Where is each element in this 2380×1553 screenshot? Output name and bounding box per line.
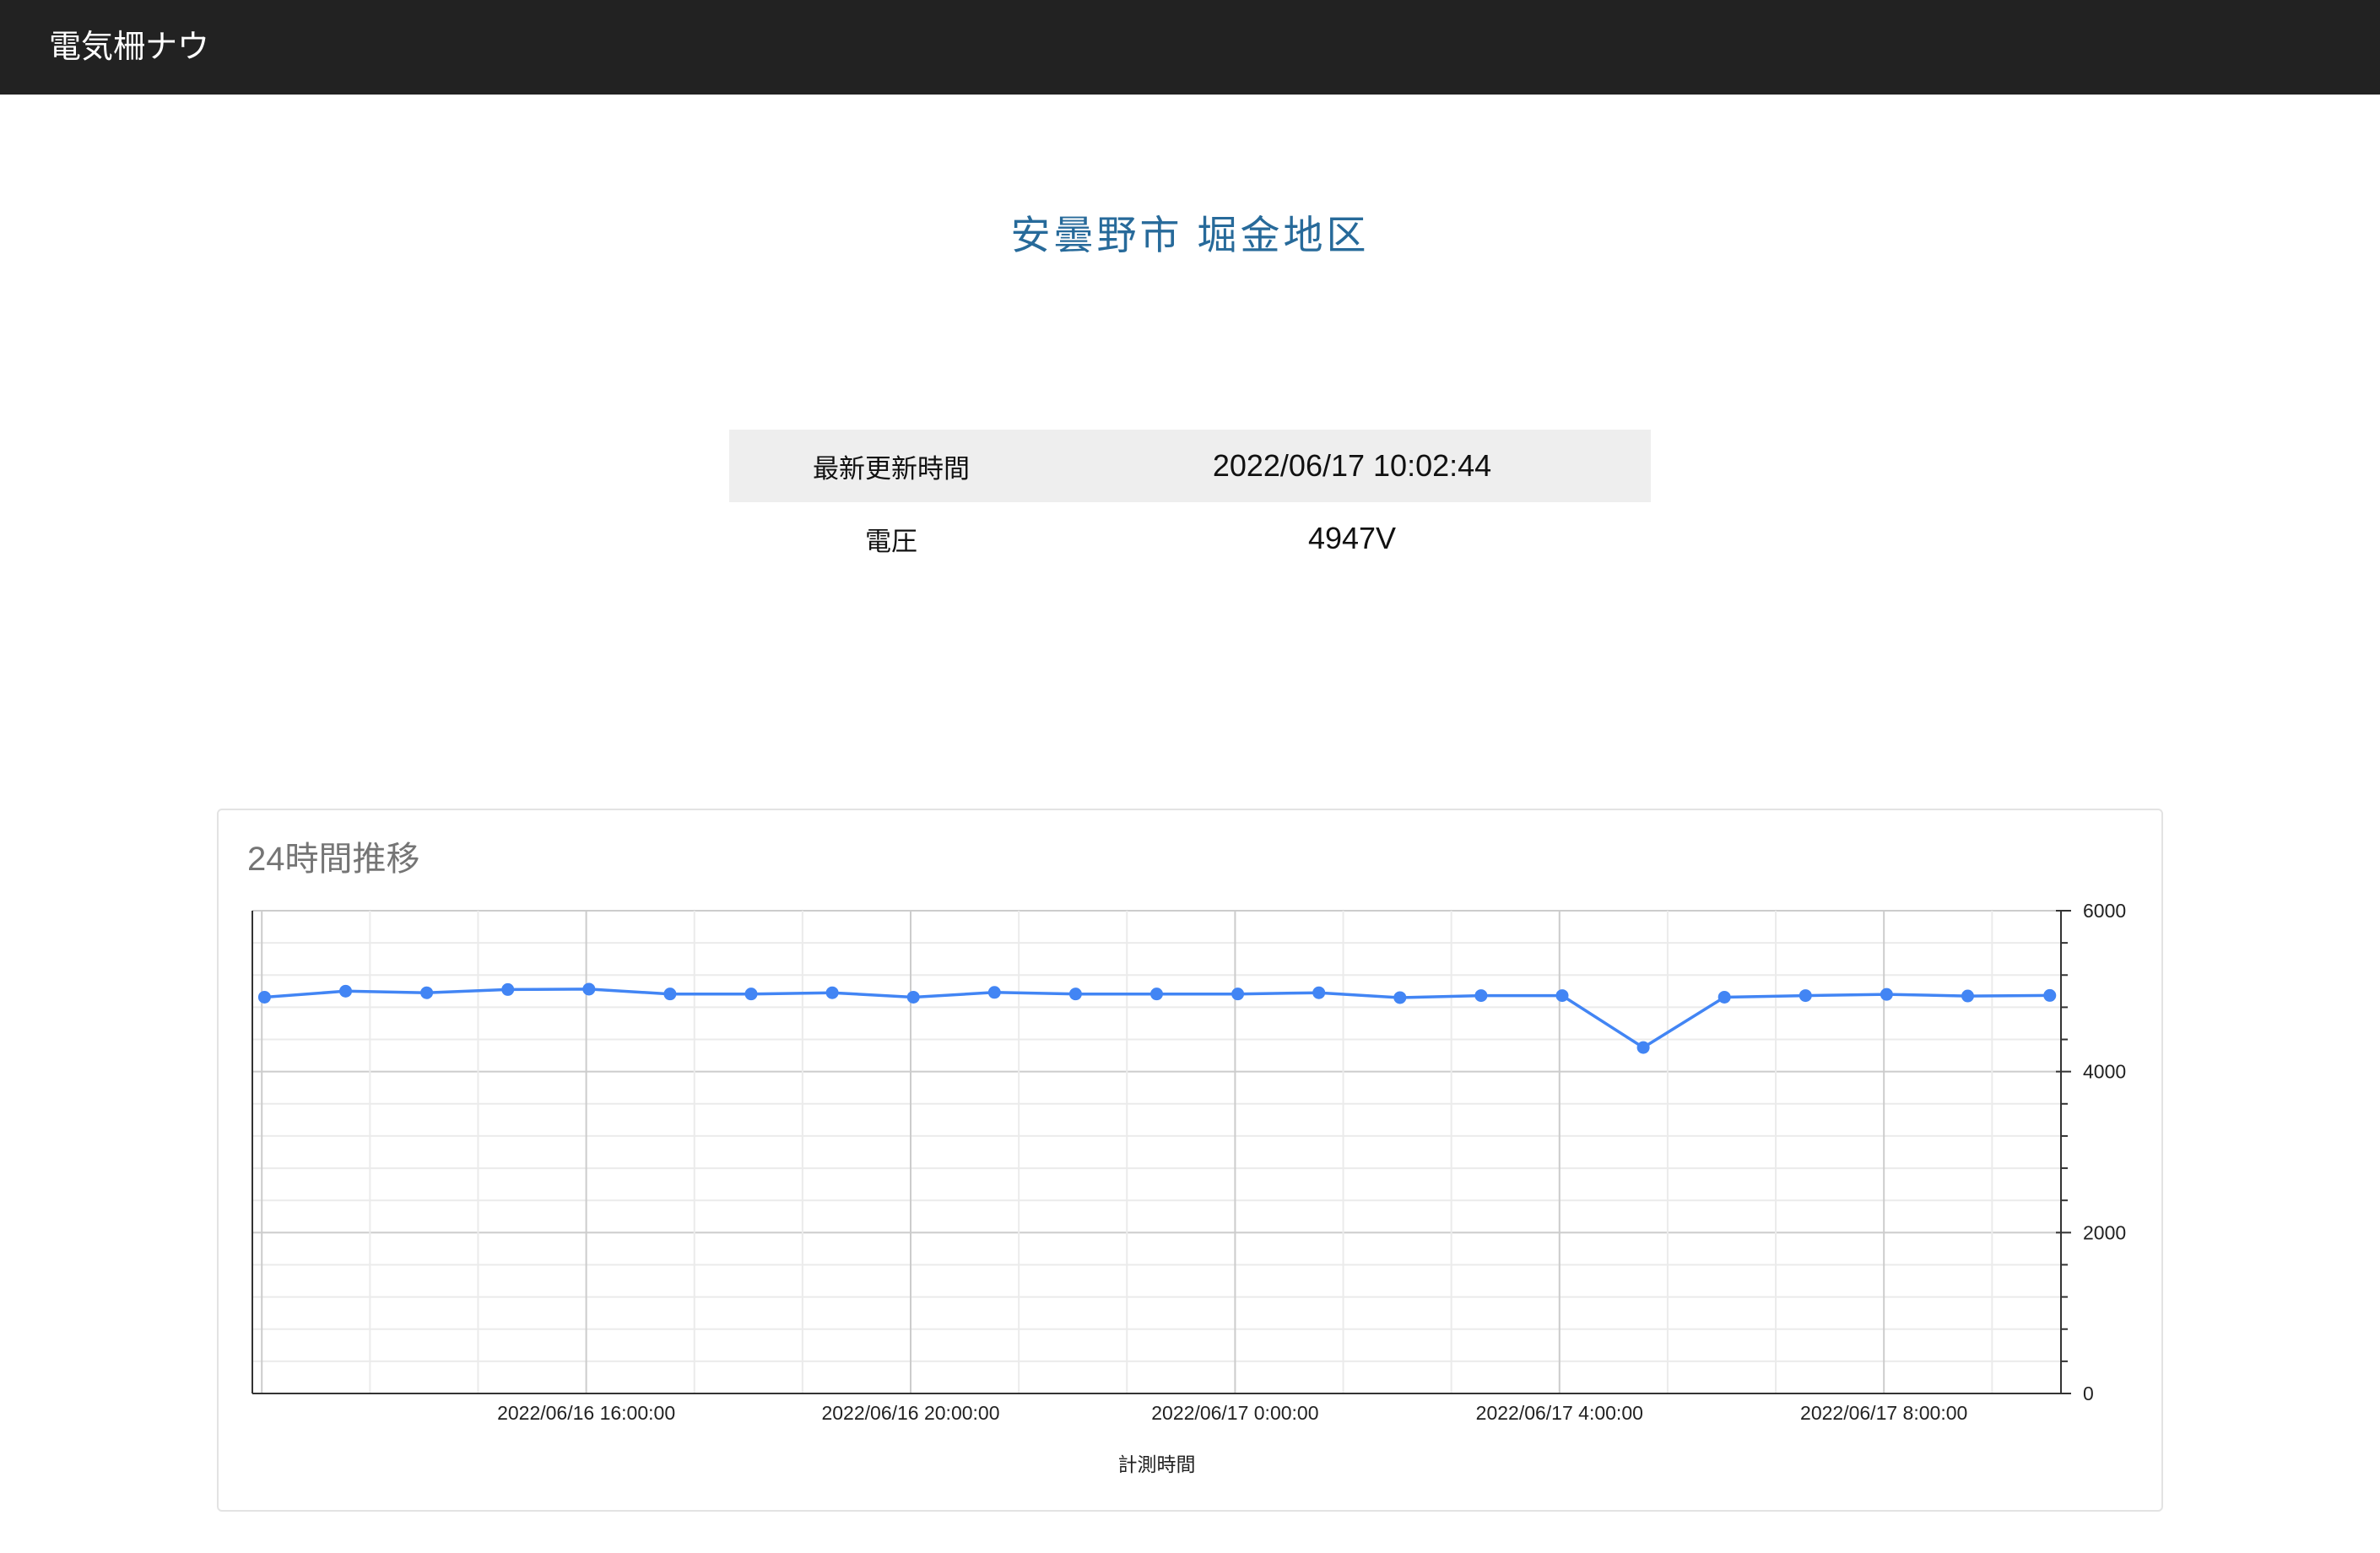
last-updated-value: 2022/06/17 10:02:44	[1212, 448, 1492, 483]
y-tick-label: 6000	[2083, 900, 2126, 922]
data-point[interactable]	[1474, 989, 1488, 1003]
voltage-label: 電圧	[865, 526, 917, 556]
data-point[interactable]	[1880, 988, 1893, 1001]
voltage-value: 4947V	[1307, 521, 1397, 555]
data-point[interactable]	[1312, 986, 1326, 999]
x-tick-label: 2022/06/17 4:00:00	[1476, 1402, 1643, 1424]
x-tick-label: 2022/06/17 0:00:00	[1151, 1402, 1318, 1424]
table-row: 電圧 4947V	[729, 502, 1651, 575]
data-point[interactable]	[1636, 1041, 1650, 1054]
data-point[interactable]	[1717, 990, 1731, 1004]
data-point[interactable]	[906, 990, 920, 1004]
data-point[interactable]	[1393, 991, 1407, 1004]
data-point[interactable]	[582, 982, 596, 996]
data-point[interactable]	[1150, 988, 1163, 1001]
data-point[interactable]	[825, 986, 839, 999]
data-point[interactable]	[1555, 989, 1569, 1003]
voltage-line-chart: 0 2000 4000 6000 2022/06/16 16:00:00 2022/06/…	[252, 900, 2126, 1475]
app-header: 電気柵ナウ	[0, 0, 2380, 95]
y-tick-label: 4000	[2083, 1061, 2126, 1083]
data-point[interactable]	[1799, 989, 1812, 1003]
brand-title[interactable]: 電気柵ナウ	[49, 0, 209, 95]
x-axis-title: 計測時間	[1118, 1453, 1196, 1475]
data-point[interactable]	[1231, 988, 1245, 1001]
last-updated-label: 最新更新時間	[813, 453, 970, 484]
data-point[interactable]	[663, 988, 677, 1001]
x-tick-label: 2022/06/16 16:00:00	[497, 1402, 675, 1424]
data-point[interactable]	[420, 986, 434, 999]
data-point[interactable]	[744, 988, 758, 1001]
y-tick-label: 0	[2083, 1383, 2094, 1404]
data-point[interactable]	[501, 982, 515, 996]
data-point[interactable]	[1961, 989, 1974, 1003]
data-point[interactable]	[1068, 988, 1082, 1001]
table-row: 最新更新時間 2022/06/17 10:02:44	[729, 430, 1651, 502]
status-table: 最新更新時間 2022/06/17 10:02:44 電圧 4947V	[729, 430, 1651, 575]
data-point[interactable]	[987, 986, 1001, 999]
y-tick-label: 2000	[2083, 1221, 2126, 1243]
data-point[interactable]	[257, 990, 271, 1004]
page-title: 安曇野市 堀金地区	[1010, 213, 1370, 257]
x-tick-label: 2022/06/16 20:00:00	[821, 1402, 999, 1424]
chart-card: 24時間推移 0 2000 4000 6000 2022/06/16 16:00:00 2…	[217, 809, 2163, 1512]
x-tick-label: 2022/06/17 8:00:00	[1800, 1402, 1967, 1424]
data-point[interactable]	[2043, 988, 2057, 1002]
data-point[interactable]	[339, 984, 353, 998]
